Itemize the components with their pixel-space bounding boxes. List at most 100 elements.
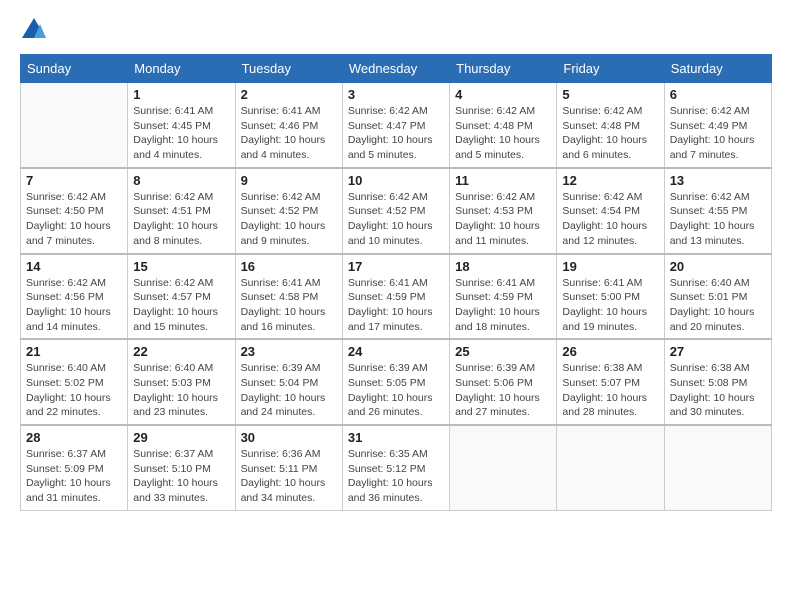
day-cell: 17 Sunrise: 6:41 AMSunset: 4:59 PMDayligh… [342,254,449,340]
day-info: Sunrise: 6:42 AMSunset: 4:47 PMDaylight:… [348,104,444,163]
day-number: 15 [133,259,229,274]
day-cell [21,83,128,168]
day-cell: 12 Sunrise: 6:42 AMSunset: 4:54 PMDayligh… [557,168,664,254]
day-cell: 28Sunrise: 6:37 AMSunset: 5:09 PMDayligh… [21,425,128,510]
day-cell: 30 Sunrise: 6:36 AMSunset: 5:11 PMDayligh… [235,425,342,510]
day-number: 4 [455,87,551,102]
day-cell: 25Sunrise: 6:39 AMSunset: 5:06 PMDayligh… [450,339,557,425]
day-cell: 5 Sunrise: 6:42 AMSunset: 4:48 PMDaylight… [557,83,664,168]
day-number: 18 [455,259,551,274]
week-row-2: 14 Sunrise: 6:42 AMSunset: 4:56 PMDayligh… [21,254,772,340]
weekday-header-tuesday: Tuesday [235,55,342,83]
day-number: 6 [670,87,766,102]
logo [20,16,50,44]
day-cell: 23Sunrise: 6:39 AMSunset: 5:04 PMDayligh… [235,339,342,425]
day-info: Sunrise: 6:39 AMSunset: 5:05 PMDaylight:… [348,361,444,420]
day-number: 11 [455,173,551,188]
day-cell: 21 Sunrise: 6:40 AMSunset: 5:02 PMDayligh… [21,339,128,425]
day-cell: 20 Sunrise: 6:40 AMSunset: 5:01 PMDayligh… [664,254,771,340]
week-row-3: 21 Sunrise: 6:40 AMSunset: 5:02 PMDayligh… [21,339,772,425]
day-number: 2 [241,87,337,102]
day-info: Sunrise: 6:42 AMSunset: 4:55 PMDaylight:… [670,190,766,249]
day-number: 1 [133,87,229,102]
day-number: 24 [348,344,444,359]
day-number: 26 [562,344,658,359]
day-number: 31 [348,430,444,445]
day-cell: 15 Sunrise: 6:42 AMSunset: 4:57 PMDayligh… [128,254,235,340]
calendar-table: SundayMondayTuesdayWednesdayThursdayFrid… [20,54,772,511]
day-number: 17 [348,259,444,274]
day-info: Sunrise: 6:42 AMSunset: 4:53 PMDaylight:… [455,190,551,249]
day-cell: 11 Sunrise: 6:42 AMSunset: 4:53 PMDayligh… [450,168,557,254]
day-info: Sunrise: 6:41 AMSunset: 4:46 PMDaylight:… [241,104,337,163]
day-info: Sunrise: 6:41 AMSunset: 4:59 PMDaylight:… [455,276,551,335]
day-info: Sunrise: 6:42 AMSunset: 4:52 PMDaylight:… [241,190,337,249]
day-info: Sunrise: 6:39 AMSunset: 5:06 PMDaylight:… [455,361,551,420]
day-info: Sunrise: 6:42 AMSunset: 4:51 PMDaylight:… [133,190,229,249]
day-cell [664,425,771,510]
day-cell: 13 Sunrise: 6:42 AMSunset: 4:55 PMDayligh… [664,168,771,254]
day-info: Sunrise: 6:42 AMSunset: 4:54 PMDaylight:… [562,190,658,249]
day-cell: 1Sunrise: 6:41 AMSunset: 4:45 PMDaylight… [128,83,235,168]
logo-icon [20,16,48,44]
week-row-4: 28Sunrise: 6:37 AMSunset: 5:09 PMDayligh… [21,425,772,510]
weekday-header-thursday: Thursday [450,55,557,83]
day-info: Sunrise: 6:38 AMSunset: 5:08 PMDaylight:… [670,361,766,420]
day-cell: 6 Sunrise: 6:42 AMSunset: 4:49 PMDaylight… [664,83,771,168]
day-number: 19 [562,259,658,274]
day-info: Sunrise: 6:40 AMSunset: 5:03 PMDaylight:… [133,361,229,420]
day-cell: 29Sunrise: 6:37 AMSunset: 5:10 PMDayligh… [128,425,235,510]
week-row-1: 7 Sunrise: 6:42 AMSunset: 4:50 PMDaylight… [21,168,772,254]
day-info: Sunrise: 6:38 AMSunset: 5:07 PMDaylight:… [562,361,658,420]
day-number: 14 [26,259,122,274]
day-number: 3 [348,87,444,102]
day-cell [450,425,557,510]
day-number: 8 [133,173,229,188]
weekday-header-sunday: Sunday [21,55,128,83]
day-cell: 26 Sunrise: 6:38 AMSunset: 5:07 PMDayligh… [557,339,664,425]
day-cell: 18 Sunrise: 6:41 AMSunset: 4:59 PMDayligh… [450,254,557,340]
week-row-0: 1Sunrise: 6:41 AMSunset: 4:45 PMDaylight… [21,83,772,168]
day-info: Sunrise: 6:42 AMSunset: 4:48 PMDaylight:… [562,104,658,163]
day-number: 7 [26,173,122,188]
day-cell: 7 Sunrise: 6:42 AMSunset: 4:50 PMDaylight… [21,168,128,254]
day-info: Sunrise: 6:42 AMSunset: 4:49 PMDaylight:… [670,104,766,163]
day-number: 21 [26,344,122,359]
day-cell: 4 Sunrise: 6:42 AMSunset: 4:48 PMDaylight… [450,83,557,168]
day-cell: 8 Sunrise: 6:42 AMSunset: 4:51 PMDaylight… [128,168,235,254]
day-number: 22 [133,344,229,359]
day-cell: 14 Sunrise: 6:42 AMSunset: 4:56 PMDayligh… [21,254,128,340]
day-cell: 16Sunrise: 6:41 AMSunset: 4:58 PMDayligh… [235,254,342,340]
day-info: Sunrise: 6:42 AMSunset: 4:52 PMDaylight:… [348,190,444,249]
day-number: 30 [241,430,337,445]
day-number: 27 [670,344,766,359]
day-info: Sunrise: 6:42 AMSunset: 4:48 PMDaylight:… [455,104,551,163]
day-info: Sunrise: 6:42 AMSunset: 4:57 PMDaylight:… [133,276,229,335]
day-number: 16 [241,259,337,274]
day-number: 13 [670,173,766,188]
day-cell: 24 Sunrise: 6:39 AMSunset: 5:05 PMDayligh… [342,339,449,425]
weekday-header-friday: Friday [557,55,664,83]
day-info: Sunrise: 6:42 AMSunset: 4:50 PMDaylight:… [26,190,122,249]
day-cell: 27 Sunrise: 6:38 AMSunset: 5:08 PMDayligh… [664,339,771,425]
day-cell: 2 Sunrise: 6:41 AMSunset: 4:46 PMDaylight… [235,83,342,168]
day-info: Sunrise: 6:41 AMSunset: 4:59 PMDaylight:… [348,276,444,335]
day-number: 5 [562,87,658,102]
day-number: 20 [670,259,766,274]
day-cell: 31 Sunrise: 6:35 AMSunset: 5:12 PMDayligh… [342,425,449,510]
day-cell: 19 Sunrise: 6:41 AMSunset: 5:00 PMDayligh… [557,254,664,340]
day-info: Sunrise: 6:42 AMSunset: 4:56 PMDaylight:… [26,276,122,335]
day-number: 12 [562,173,658,188]
day-info: Sunrise: 6:40 AMSunset: 5:01 PMDaylight:… [670,276,766,335]
day-info: Sunrise: 6:36 AMSunset: 5:11 PMDaylight:… [241,447,337,506]
day-info: Sunrise: 6:41 AMSunset: 5:00 PMDaylight:… [562,276,658,335]
day-info: Sunrise: 6:37 AMSunset: 5:10 PMDaylight:… [133,447,229,506]
weekday-header-row: SundayMondayTuesdayWednesdayThursdayFrid… [21,55,772,83]
day-number: 9 [241,173,337,188]
day-number: 23 [241,344,337,359]
weekday-header-wednesday: Wednesday [342,55,449,83]
day-cell [557,425,664,510]
weekday-header-saturday: Saturday [664,55,771,83]
day-info: Sunrise: 6:35 AMSunset: 5:12 PMDaylight:… [348,447,444,506]
day-info: Sunrise: 6:40 AMSunset: 5:02 PMDaylight:… [26,361,122,420]
